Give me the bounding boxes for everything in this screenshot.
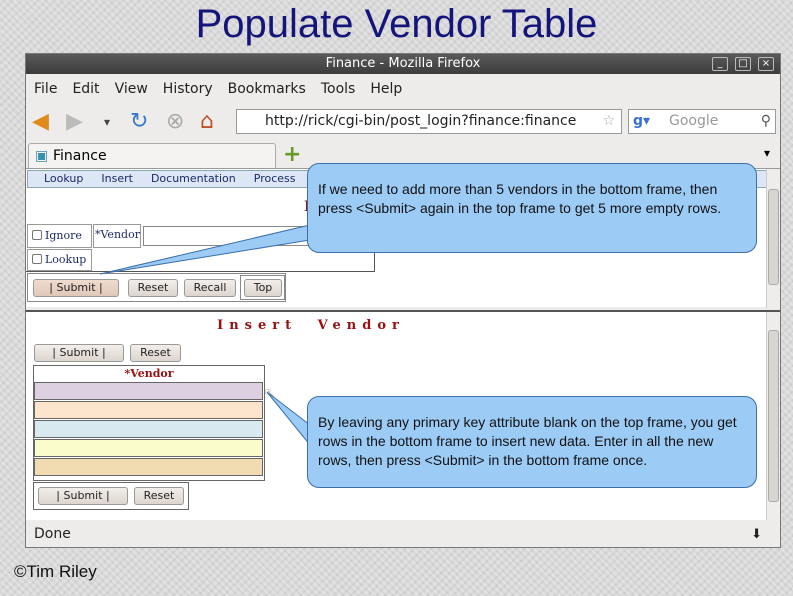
copyright: ©Tim Riley xyxy=(14,562,97,581)
top-callout-pointer xyxy=(99,224,311,275)
top-callout: If we need to add more than 5 vendors in… xyxy=(307,163,757,253)
bottom-callout: By leaving any primary key attribute bla… xyxy=(307,396,757,488)
callout-pointers xyxy=(99,224,311,447)
bottom-callout-pointer xyxy=(266,391,311,447)
